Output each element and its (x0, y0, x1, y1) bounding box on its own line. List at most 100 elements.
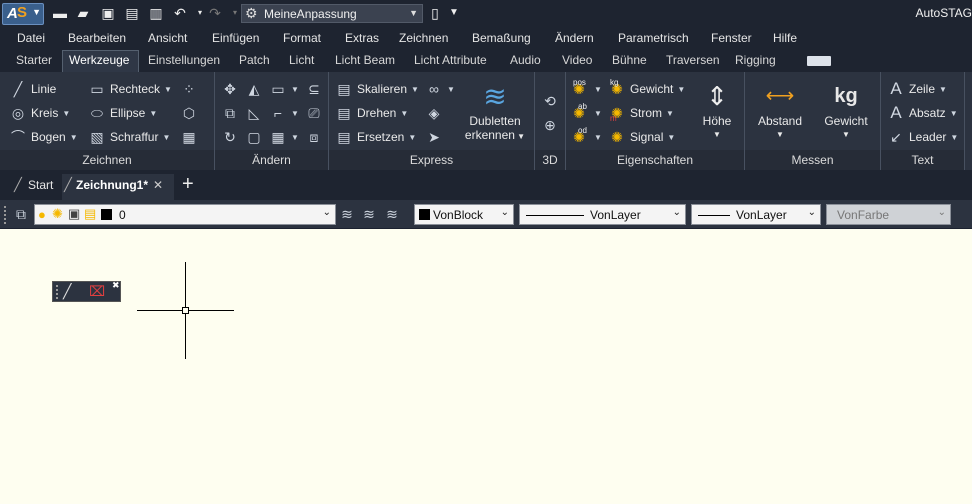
3d-box-icon[interactable]: ⧈ (305, 128, 323, 146)
line-icon[interactable]: ╱ (63, 283, 71, 300)
open-folder-icon[interactable]: ▰ (75, 5, 91, 21)
offset-icon[interactable]: ⊆ (305, 80, 323, 98)
menu-bemassung[interactable]: Bemaßung (472, 31, 531, 45)
phone-icon[interactable]: ▯ (427, 5, 443, 21)
grip-handle[interactable] (56, 285, 59, 299)
close-icon[interactable]: ✖ (112, 280, 120, 291)
menu-ansicht[interactable]: Ansicht (148, 31, 187, 45)
panel-title-eigenschaften[interactable]: Eigenschaften (566, 153, 744, 167)
chevron-down-icon[interactable]: ▼ (447, 85, 455, 94)
doc-tab-zeichnung1[interactable]: Zeichnung1* (76, 178, 148, 192)
panel-title-3d[interactable]: 3D (535, 153, 565, 167)
previous-layer-icon[interactable]: ≋ (383, 205, 401, 223)
skalieren-button[interactable]: ▤ Skalieren ▼ (335, 79, 419, 99)
menu-bearbeiten[interactable]: Bearbeiten (68, 31, 126, 45)
save-as-icon[interactable]: ▤ (124, 5, 140, 21)
scale-icon[interactable]: ◺ (245, 104, 263, 122)
schraffur-button[interactable]: ▧ Schraffur ▼ (88, 127, 170, 147)
menu-aendern[interactable]: Ändern (555, 31, 594, 45)
leader-button[interactable]: ↙ Leader ▼ (887, 127, 958, 147)
app-menu-button[interactable]: A S ▼ (2, 3, 44, 25)
make-current-layer-icon[interactable]: ≋ (338, 205, 356, 223)
chevron-down-icon[interactable]: ▼ (291, 133, 299, 142)
fillet-icon[interactable]: ⌐ (269, 104, 287, 122)
table-icon[interactable]: ▦ (180, 128, 198, 146)
stretch-icon[interactable]: ▭ (269, 80, 287, 98)
panel-title-messen[interactable]: Messen (745, 153, 880, 167)
tab-video[interactable]: Video (562, 53, 592, 67)
doc-tab-start[interactable]: Start (28, 178, 53, 192)
absatz-button[interactable]: A Absatz ▼ (887, 103, 957, 123)
color-combo[interactable]: VonBlock ⌄ (414, 204, 514, 225)
arrow-icon[interactable]: ➤ (425, 128, 443, 146)
array-icon[interactable]: ▦ (269, 128, 287, 146)
menu-fenster[interactable]: Fenster (711, 31, 752, 45)
panel-title-text[interactable]: Text (881, 153, 964, 167)
grip-handle[interactable] (4, 206, 8, 224)
chevron-down-icon[interactable]: ▼ (594, 109, 602, 118)
workspace-selector[interactable]: ⚙ MeineAnpassung ▼ (241, 4, 423, 23)
strom-button[interactable]: ✺ Strom ▼ (608, 103, 674, 123)
ribbon-minimize-icon[interactable] (807, 56, 831, 66)
rotate-icon[interactable]: ↻ (221, 128, 239, 146)
orbit-icon[interactable]: ⟲ (541, 92, 559, 110)
layer-properties-icon[interactable]: ⧉ (12, 205, 30, 223)
panel-title-aendern[interactable]: Ändern (215, 153, 328, 167)
tag-icon[interactable]: ◈ (425, 104, 443, 122)
menu-hilfe[interactable]: Hilfe (773, 31, 797, 45)
new-file-icon[interactable]: ▬ (52, 5, 68, 21)
menu-format[interactable]: Format (283, 31, 321, 45)
messen-gewicht-button[interactable]: kg Gewicht ▼ (817, 78, 875, 142)
undo-icon[interactable]: ↶ (172, 5, 188, 21)
menu-zeichnen[interactable]: Zeichnen (399, 31, 448, 45)
tab-licht-beam[interactable]: Licht Beam (335, 53, 395, 67)
menu-extras[interactable]: Extras (345, 31, 379, 45)
tab-einstellungen[interactable]: Einstellungen (148, 53, 220, 67)
ellipse-button[interactable]: ⬭ Ellipse ▼ (88, 103, 157, 123)
tab-starter[interactable]: Starter (16, 53, 52, 67)
save-icon[interactable]: ▣ (100, 5, 116, 21)
lineweight-combo[interactable]: VonLayer ⌄ (691, 204, 821, 225)
point-icon[interactable]: ⁘ (180, 80, 198, 98)
tab-werkzeuge[interactable]: Werkzeuge (69, 53, 129, 67)
match-layer-icon[interactable]: ≋ (360, 205, 378, 223)
tab-buehne[interactable]: Bühne (612, 53, 647, 67)
dubletten-erkennen-button[interactable]: ≋ Dubletten erkennen ▼ (463, 80, 527, 144)
signal-button[interactable]: ✺ Signal ▼ (608, 127, 675, 147)
linetype-combo[interactable]: VonLayer ⌄ (519, 204, 686, 225)
customize-qat-icon[interactable]: ▼ (446, 5, 462, 21)
print-icon[interactable]: ▥ (148, 5, 164, 21)
tab-licht[interactable]: Licht (289, 53, 314, 67)
tab-rigging[interactable]: Rigging (735, 53, 776, 67)
tab-patch[interactable]: Patch (239, 53, 270, 67)
chevron-down-icon[interactable]: ▼ (594, 133, 602, 142)
panel-title-express[interactable]: Express (329, 153, 534, 167)
tab-traversen[interactable]: Traversen (666, 53, 720, 67)
link-icon[interactable]: ∞ (425, 80, 443, 98)
linie-button[interactable]: ╱ Linie (9, 79, 57, 99)
plotstyle-combo[interactable]: VonFarbe ⌄ (826, 204, 951, 225)
chevron-down-icon[interactable]: ▼ (594, 85, 602, 94)
explode-icon[interactable]: ⎚ (305, 104, 323, 122)
drehen-button[interactable]: ▤ Drehen ▼ (335, 103, 408, 123)
copy-icon[interactable]: ⧉ (221, 104, 239, 122)
ersetzen-button[interactable]: ▤ Ersetzen ▼ (335, 127, 416, 147)
trim-icon[interactable]: ▢ (245, 128, 263, 146)
close-icon[interactable]: ✕ (153, 178, 163, 192)
mirror-icon[interactable]: ◭ (245, 80, 263, 98)
polygon-icon[interactable]: ⬡ (180, 104, 198, 122)
kreis-button[interactable]: ◎ Kreis ▼ (9, 103, 70, 123)
chevron-down-icon[interactable]: ▼ (291, 85, 299, 94)
layer-combo[interactable]: ● ✺ ▣ ▤ 0 ⌄ (34, 204, 336, 225)
chevron-down-icon[interactable]: ▼ (291, 109, 299, 118)
hoehe-button[interactable]: ⇕ Höhe ▼ (694, 78, 740, 142)
globe-icon[interactable]: ⊕ (541, 116, 559, 134)
panel-title-zeichnen[interactable]: Zeichnen (0, 153, 214, 167)
dimension-icon[interactable]: ⌧ (89, 283, 105, 300)
move-icon[interactable]: ✥ (221, 80, 239, 98)
abstand-button[interactable]: ⟷ Abstand ▼ (751, 78, 809, 142)
redo-icon[interactable]: ↷ (207, 5, 223, 21)
rechteck-button[interactable]: ▭ Rechteck ▼ (88, 79, 172, 99)
undo-dropdown-icon[interactable]: ▾ (192, 5, 208, 21)
add-tab-icon[interactable]: + (182, 173, 194, 196)
